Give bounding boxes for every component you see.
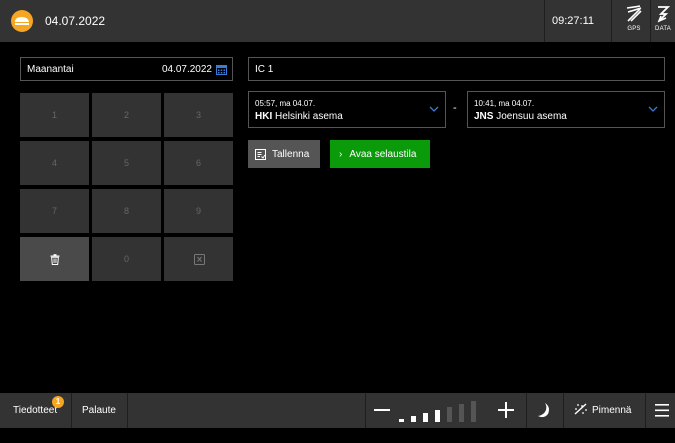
- top-bar: 04.07.2022 09:27:11 GPS DATA: [0, 0, 675, 42]
- bottom-divider: [645, 393, 646, 428]
- bottom-divider: [365, 393, 366, 428]
- bottom-divider: [127, 393, 128, 428]
- date-weekday: Maanantai: [27, 64, 74, 75]
- keypad-key-1[interactable]: 1: [20, 93, 89, 137]
- brightness-step[interactable]: [471, 401, 476, 422]
- dim-sparkle-icon: [574, 403, 587, 415]
- backspace-icon: [193, 253, 205, 265]
- trash-icon: [50, 253, 59, 265]
- keypad-clear-button[interactable]: [20, 237, 89, 281]
- route-separator: -: [453, 102, 457, 114]
- header-date: 04.07.2022: [45, 14, 106, 28]
- brightness-step[interactable]: [435, 410, 440, 422]
- moon-icon: [538, 403, 549, 418]
- departure-station: HKI Helsinki asema: [255, 111, 343, 122]
- save-list-icon: [255, 148, 266, 160]
- night-mode-button[interactable]: [536, 393, 554, 428]
- top-divider: [544, 0, 545, 42]
- keypad-key-0[interactable]: 0: [92, 237, 161, 281]
- calendar-icon[interactable]: [216, 64, 227, 75]
- gps-signal-icon: [626, 5, 642, 22]
- minus-icon: [374, 409, 390, 411]
- brightness-step[interactable]: [411, 416, 416, 422]
- brightness-slider[interactable]: [399, 401, 493, 422]
- top-divider: [611, 0, 612, 42]
- train-logo-icon: [11, 10, 33, 32]
- menu-button[interactable]: [655, 393, 671, 428]
- open-browse-mode-button[interactable]: › Avaa selaustila: [330, 140, 430, 168]
- keypad-key-2[interactable]: 2: [92, 93, 161, 137]
- train-number-value: IC 1: [255, 64, 274, 75]
- keypad-key-3[interactable]: 3: [164, 93, 233, 137]
- brightness-step[interactable]: [423, 413, 428, 422]
- plus-icon: [498, 402, 514, 418]
- data-label: DATA: [655, 26, 671, 32]
- brightness-step[interactable]: [459, 404, 464, 422]
- arrival-name: Joensuu asema: [496, 111, 567, 122]
- departure-code: HKI: [255, 111, 273, 122]
- save-button[interactable]: Tallenna: [248, 140, 320, 168]
- dim-button[interactable]: Pimennä: [574, 393, 631, 428]
- arrival-time: 10:41, ma 04.07.: [474, 99, 535, 108]
- dim-label: Pimennä: [592, 405, 632, 416]
- feedback-label: Palaute: [82, 405, 116, 416]
- bottom-divider: [526, 393, 527, 428]
- train-number-field[interactable]: IC 1: [248, 57, 665, 81]
- keypad-key-6[interactable]: 6: [164, 141, 233, 185]
- news-label: Tiedotteet: [13, 405, 58, 416]
- keypad-key-8[interactable]: 8: [92, 189, 161, 233]
- bottom-divider: [563, 393, 564, 428]
- brightness-decrease-button[interactable]: [374, 393, 392, 428]
- feedback-button[interactable]: Palaute: [82, 393, 116, 428]
- bottom-divider: [71, 393, 72, 428]
- brightness-increase-button[interactable]: [498, 393, 516, 428]
- keypad-backspace-button[interactable]: [164, 237, 233, 281]
- departure-station-select[interactable]: 05:57, ma 04.07. HKI Helsinki asema: [248, 91, 446, 128]
- date-value: 04.07.2022: [161, 64, 212, 75]
- arrival-station: JNS Joensuu asema: [474, 111, 567, 122]
- hamburger-menu-icon: [655, 404, 669, 417]
- keypad-key-9[interactable]: 9: [164, 189, 233, 233]
- brightness-step[interactable]: [447, 407, 452, 422]
- gps-label: GPS: [627, 26, 641, 32]
- open-browse-mode-label: Avaa selaustila: [349, 148, 417, 160]
- gps-indicator: GPS: [622, 5, 646, 32]
- arrival-code: JNS: [474, 111, 494, 122]
- news-count-badge: 1: [52, 396, 64, 408]
- data-indicator: DATA: [652, 5, 674, 32]
- header-clock: 09:27:11: [552, 15, 595, 27]
- departure-name: Helsinki asema: [275, 111, 343, 122]
- brightness-step[interactable]: [399, 419, 404, 422]
- departure-time: 05:57, ma 04.07.: [255, 99, 316, 108]
- arrival-station-select[interactable]: 10:41, ma 04.07. JNS Joensuu asema: [467, 91, 665, 128]
- news-button[interactable]: Tiedotteet: [13, 393, 57, 428]
- bottom-bar: Tiedotteet 1 Palaute Pimennä: [0, 393, 675, 428]
- chevron-down-icon: [429, 106, 439, 112]
- save-button-label: Tallenna: [272, 148, 310, 160]
- keypad-key-4[interactable]: 4: [20, 141, 89, 185]
- date-picker-field[interactable]: Maanantai 04.07.2022: [20, 57, 233, 81]
- chevron-right-icon: ›: [339, 148, 343, 160]
- keypad-key-5[interactable]: 5: [92, 141, 161, 185]
- chevron-down-icon: [648, 106, 658, 112]
- data-transfer-icon: [657, 6, 671, 23]
- top-divider: [650, 0, 651, 42]
- keypad-key-7[interactable]: 7: [20, 189, 89, 233]
